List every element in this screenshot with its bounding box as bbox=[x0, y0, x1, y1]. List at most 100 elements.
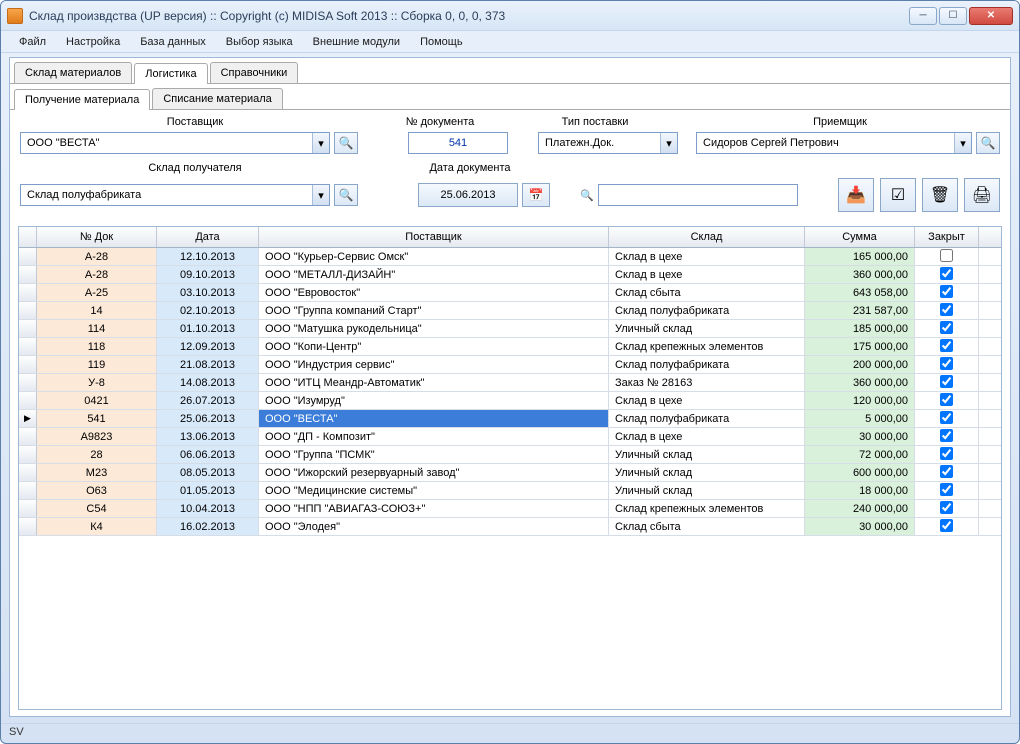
col-sum[interactable]: Сумма bbox=[805, 227, 915, 247]
cell-sum: 231 587,00 bbox=[805, 302, 915, 319]
table-row[interactable]: 1402.10.2013ООО "Группа компаний Старт"С… bbox=[19, 302, 1001, 320]
cell-supplier: ООО "НПП "АВИАГАЗ-СОЮЗ+" bbox=[259, 500, 609, 517]
close-button[interactable]: ✕ bbox=[969, 7, 1013, 25]
col-doc[interactable]: № Док bbox=[37, 227, 157, 247]
closed-checkbox[interactable] bbox=[940, 447, 953, 460]
tab-materials[interactable]: Склад материалов bbox=[14, 62, 132, 83]
sklad-combo[interactable]: Склад полуфабриката ▾ bbox=[20, 184, 330, 206]
table-row[interactable]: С5410.04.2013ООО "НПП "АВИАГАЗ-СОЮЗ+"Скл… bbox=[19, 500, 1001, 518]
label-docnum: № документа bbox=[370, 116, 510, 128]
closed-checkbox[interactable] bbox=[940, 249, 953, 262]
row-indicator bbox=[19, 464, 37, 481]
cell-sklad: Склад в цехе bbox=[609, 428, 805, 445]
table-row[interactable]: 2806.06.2013ООО "Группа "ПСМК"Уличный ск… bbox=[19, 446, 1001, 464]
table-row[interactable]: У-814.08.2013ООО "ИТЦ Меандр-Автоматик"З… bbox=[19, 374, 1001, 392]
table-row[interactable]: 11812.09.2013ООО "Копи-Центр"Склад крепе… bbox=[19, 338, 1001, 356]
table-row[interactable]: М2308.05.2013ООО "Ижорский резервуарный … bbox=[19, 464, 1001, 482]
closed-checkbox[interactable] bbox=[940, 429, 953, 442]
cell-sklad: Склад сбыта bbox=[609, 284, 805, 301]
menu-settings[interactable]: Настройка bbox=[58, 34, 128, 50]
cell-sum: 72 000,00 bbox=[805, 446, 915, 463]
table-row[interactable]: А982313.06.2013ООО "ДП - Композит"Склад … bbox=[19, 428, 1001, 446]
closed-checkbox[interactable] bbox=[940, 501, 953, 514]
cell-doc: А-28 bbox=[37, 266, 157, 283]
closed-checkbox[interactable] bbox=[940, 267, 953, 280]
col-date[interactable]: Дата bbox=[157, 227, 259, 247]
cell-sum: 30 000,00 bbox=[805, 518, 915, 535]
table-row[interactable]: К416.02.2013ООО "Элодея"Склад сбыта30 00… bbox=[19, 518, 1001, 536]
cell-supplier: ООО "ДП - Композит" bbox=[259, 428, 609, 445]
closed-checkbox[interactable] bbox=[940, 285, 953, 298]
tab-references[interactable]: Справочники bbox=[210, 62, 299, 83]
cell-doc: У-8 bbox=[37, 374, 157, 391]
closed-checkbox[interactable] bbox=[940, 465, 953, 478]
table-row[interactable]: 042126.07.2013ООО "Изумруд"Склад в цехе1… bbox=[19, 392, 1001, 410]
table-row[interactable]: 11401.10.2013ООО "Матушка рукодельница"У… bbox=[19, 320, 1001, 338]
print-button[interactable]: 🖨 bbox=[964, 178, 1000, 212]
receiver-combo[interactable]: Сидоров Сергей Петрович ▾ bbox=[696, 132, 972, 154]
closed-checkbox[interactable] bbox=[940, 339, 953, 352]
table-row[interactable]: 11921.08.2013ООО "Индустрия сервис"Склад… bbox=[19, 356, 1001, 374]
import-button[interactable]: 📥 bbox=[838, 178, 874, 212]
cell-closed bbox=[915, 248, 979, 265]
chevron-down-icon[interactable]: ▾ bbox=[660, 133, 677, 153]
subtab-receive[interactable]: Получение материала bbox=[14, 89, 150, 110]
col-supplier[interactable]: Поставщик bbox=[259, 227, 609, 247]
label-supply-type: Тип поставки bbox=[510, 116, 680, 128]
client-area: Склад материалов Логистика Справочники П… bbox=[9, 57, 1011, 717]
select-all-button[interactable]: ☑︎ bbox=[880, 178, 916, 212]
col-sklad[interactable]: Склад bbox=[609, 227, 805, 247]
receiver-lookup-button[interactable]: 🔍 bbox=[976, 132, 1000, 154]
closed-checkbox[interactable] bbox=[940, 519, 953, 532]
chevron-down-icon[interactable]: ▾ bbox=[954, 133, 971, 153]
grid-body[interactable]: А-2812.10.2013ООО "Курьер-Сервис Омск"Ск… bbox=[19, 248, 1001, 709]
table-row[interactable]: А-2503.10.2013ООО "Евровосток"Склад сбыт… bbox=[19, 284, 1001, 302]
titlebar[interactable]: Склад произвдства (UP версия) :: Copyrig… bbox=[1, 1, 1019, 31]
menu-file[interactable]: Файл bbox=[11, 34, 54, 50]
cell-date: 02.10.2013 bbox=[157, 302, 259, 319]
table-row[interactable]: А-2812.10.2013ООО "Курьер-Сервис Омск"Ск… bbox=[19, 248, 1001, 266]
maximize-button[interactable]: ☐ bbox=[939, 7, 967, 25]
closed-checkbox[interactable] bbox=[940, 483, 953, 496]
main-window: Склад произвдства (UP версия) :: Copyrig… bbox=[0, 0, 1020, 744]
cell-sklad: Уличный склад bbox=[609, 482, 805, 499]
cell-sklad: Склад в цехе bbox=[609, 392, 805, 409]
calendar-icon[interactable]: 📅 bbox=[522, 183, 550, 207]
closed-checkbox[interactable] bbox=[940, 321, 953, 334]
cell-closed bbox=[915, 374, 979, 391]
label-receiver: Приемщик bbox=[680, 116, 1000, 128]
col-closed[interactable]: Закрыт bbox=[915, 227, 979, 247]
chevron-down-icon[interactable]: ▾ bbox=[312, 185, 329, 205]
cell-date: 09.10.2013 bbox=[157, 266, 259, 283]
supplier-combo[interactable]: ООО "ВЕСТА" ▾ bbox=[20, 132, 330, 154]
cell-doc: 119 bbox=[37, 356, 157, 373]
closed-checkbox[interactable] bbox=[940, 303, 953, 316]
closed-checkbox[interactable] bbox=[940, 393, 953, 406]
menu-database[interactable]: База данных bbox=[132, 34, 214, 50]
date-button[interactable]: 25.06.2013 bbox=[418, 183, 518, 207]
closed-checkbox[interactable] bbox=[940, 411, 953, 424]
docnum-input[interactable]: 541 bbox=[408, 132, 508, 154]
menu-help[interactable]: Помощь bbox=[412, 34, 471, 50]
chevron-down-icon[interactable]: ▾ bbox=[312, 133, 329, 153]
closed-checkbox[interactable] bbox=[940, 375, 953, 388]
table-row[interactable]: О6301.05.2013ООО "Медицинские системы"Ул… bbox=[19, 482, 1001, 500]
minimize-button[interactable]: ─ bbox=[909, 7, 937, 25]
delete-button[interactable]: 🗑 bbox=[922, 178, 958, 212]
cell-sum: 120 000,00 bbox=[805, 392, 915, 409]
tab-logistics[interactable]: Логистика bbox=[134, 63, 207, 84]
supplier-lookup-button[interactable]: 🔍 bbox=[334, 132, 358, 154]
subtab-writeoff[interactable]: Списание материала bbox=[152, 88, 282, 109]
tabs-top: Склад материалов Логистика Справочники bbox=[10, 58, 1010, 84]
search-input[interactable] bbox=[598, 184, 798, 206]
closed-checkbox[interactable] bbox=[940, 357, 953, 370]
table-row[interactable]: А-2809.10.2013ООО "МЕТАЛЛ-ДИЗАЙН"Склад в… bbox=[19, 266, 1001, 284]
supply-type-combo[interactable]: Платежн.Док. ▾ bbox=[538, 132, 678, 154]
status-text: SV bbox=[9, 726, 24, 738]
sklad-lookup-button[interactable]: 🔍 bbox=[334, 184, 358, 206]
menu-external[interactable]: Внешние модули bbox=[305, 34, 408, 50]
cell-closed bbox=[915, 266, 979, 283]
cell-sklad: Склад полуфабриката bbox=[609, 410, 805, 427]
table-row[interactable]: ▶54125.06.2013ООО "ВЕСТА"Склад полуфабри… bbox=[19, 410, 1001, 428]
menu-language[interactable]: Выбор языка bbox=[218, 34, 301, 50]
